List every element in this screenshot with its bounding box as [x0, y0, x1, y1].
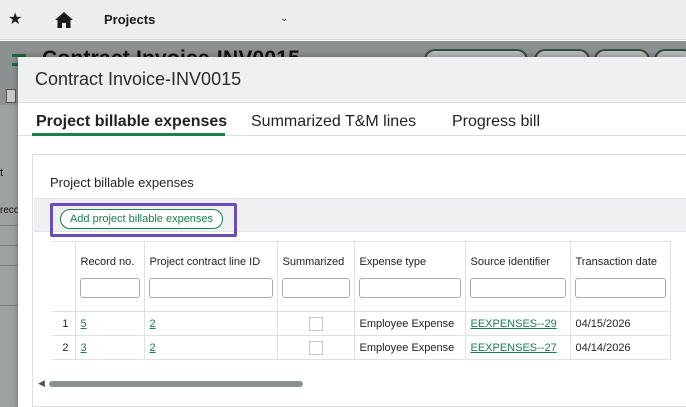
record-no-filter-input[interactable] — [79, 278, 140, 298]
background-field — [6, 89, 16, 103]
source-identifier-link[interactable]: EEXPENSES--27 — [471, 342, 557, 354]
column-header: Project contract line ID — [143, 241, 278, 312]
background-row-divider — [0, 245, 18, 246]
scrollbar-thumb[interactable] — [49, 381, 303, 387]
projects-menu[interactable]: Projects — [104, 12, 155, 27]
column-header-label: Expense type — [359, 256, 427, 268]
dialog-header: Contract Invoice-INV0015 — [18, 57, 686, 103]
expenses-table: Record no. Project contract line ID Summ… — [52, 241, 671, 360]
source-identifier-link[interactable]: EEXPENSES--29 — [471, 318, 557, 330]
active-tab-indicator — [32, 133, 225, 136]
home-icon[interactable] — [54, 10, 74, 30]
background-row-divider — [0, 305, 18, 306]
source-identifier-cell: EEXPENSES--27 — [464, 335, 571, 360]
transaction-date-cell: 04/15/2026 — [569, 311, 671, 336]
expenses-card: Project billable expenses Add project bi… — [32, 154, 686, 407]
row-number: 2 — [52, 335, 76, 360]
row-number: 1 — [52, 311, 76, 336]
background-side-column — [0, 105, 18, 407]
expense-type-filter-input[interactable] — [358, 278, 461, 298]
contract-invoice-dialog: Contract Invoice-INV0015 Project billabl… — [18, 57, 686, 407]
column-header-label: Record no. — [80, 256, 135, 268]
background-row-divider — [0, 265, 18, 266]
tab-progress-bill[interactable]: Progress bill — [452, 113, 540, 131]
column-header-label: Source identifier — [470, 256, 551, 268]
column-header: Record no. — [74, 241, 145, 312]
summarized-checkbox[interactable] — [308, 340, 323, 355]
summarized-cell — [276, 311, 355, 336]
record-no-link[interactable]: 5 — [81, 318, 87, 330]
tab-summarized-tm-lines[interactable]: Summarized T&M lines — [251, 113, 416, 131]
line-id-link[interactable]: 2 — [150, 318, 156, 330]
column-header-label: Transaction date — [575, 256, 658, 268]
header-row: Record no. Project contract line ID Summ… — [52, 241, 671, 312]
line-id-filter-input[interactable] — [148, 278, 273, 298]
column-header-label: Summarized — [282, 256, 345, 268]
transaction-date-cell: 04/14/2026 — [569, 335, 671, 360]
row-number-header — [52, 241, 76, 312]
line-id-cell: 2 — [143, 335, 278, 360]
expense-type-cell: Employee Expense — [353, 335, 466, 360]
background-row-divider — [0, 225, 18, 226]
column-header: Expense type — [353, 241, 466, 312]
tab-project-billable-expenses[interactable]: Project billable expenses — [36, 113, 227, 131]
section-title: Project billable expenses — [50, 175, 194, 190]
line-id-link[interactable]: 2 — [150, 342, 156, 354]
scroll-left-icon[interactable]: ◀ — [38, 378, 45, 389]
line-id-cell: 2 — [143, 311, 278, 336]
summarized-filter-input[interactable] — [281, 278, 350, 298]
column-header: Source identifier — [464, 241, 571, 312]
star-icon[interactable]: ★ — [8, 10, 22, 30]
summarized-cell — [276, 335, 355, 360]
record-no-cell: 3 — [74, 335, 145, 360]
source-identifier-cell: EEXPENSES--29 — [464, 311, 571, 336]
dialog-title: Contract Invoice-INV0015 — [35, 69, 242, 89]
horizontal-scrollbar[interactable]: ◀ — [34, 377, 686, 391]
table-row: 2 3 2 Employee Expense EEXPENSES--27 04/… — [52, 335, 671, 360]
background-side-text: reco — [0, 205, 20, 216]
chevron-down-icon[interactable]: ⌄ — [280, 13, 288, 24]
column-header: Summarized — [276, 241, 355, 312]
top-nav-bar: ★ Projects ⌄ — [0, 0, 686, 40]
table-row: 1 5 2 Employee Expense EEXPENSES--29 04/… — [52, 311, 671, 336]
transaction-date-filter-input[interactable] — [574, 278, 666, 298]
expense-type-cell: Employee Expense — [353, 311, 466, 336]
column-header-label: Project contract line ID — [149, 256, 261, 268]
add-project-billable-expenses-button[interactable]: Add project billable expenses — [60, 209, 223, 229]
source-identifier-filter-input[interactable] — [469, 278, 566, 298]
background-side-text: t — [0, 167, 4, 179]
record-no-cell: 5 — [74, 311, 145, 336]
summarized-checkbox[interactable] — [308, 316, 323, 331]
record-no-link[interactable]: 3 — [81, 342, 87, 354]
column-header: Transaction date — [569, 241, 671, 312]
tab-bar: Project billable expenses Summarized T&M… — [18, 103, 686, 136]
